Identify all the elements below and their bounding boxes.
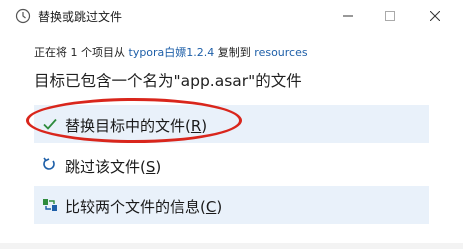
title-bar: 替换或跳过文件 — [0, 0, 463, 32]
skip-file-label: 跳过该文件(S) — [65, 158, 162, 176]
replace-file-label: 替换目标中的文件(R) — [65, 117, 208, 135]
compare-icon — [42, 197, 58, 213]
skip-arrow-icon — [42, 157, 58, 173]
source-folder-link[interactable]: typora白嫖1.2.4 — [129, 46, 215, 59]
maximize-button[interactable] — [367, 0, 413, 32]
info-prefix: 正在将 1 个项目从 — [34, 46, 129, 59]
replace-file-option[interactable]: 替换目标中的文件(R) — [34, 105, 429, 143]
info-middle: 复制到 — [214, 46, 255, 59]
close-button[interactable] — [412, 0, 458, 32]
replace-or-skip-dialog: 替换或跳过文件 正在将 1 个项目从 typora白嫖1.2.4 复制到 res… — [0, 0, 463, 249]
window-title: 替换或跳过文件 — [38, 10, 123, 24]
clock-icon — [15, 8, 31, 24]
dialog-footer — [0, 243, 463, 249]
destination-folder-link[interactable]: resources — [254, 46, 307, 59]
minimize-icon — [343, 15, 353, 17]
minimize-button[interactable] — [325, 0, 371, 32]
compare-files-label: 比较两个文件的信息(C) — [65, 198, 223, 216]
compare-files-option[interactable]: 比较两个文件的信息(C) — [34, 186, 429, 224]
checkmark-icon — [42, 116, 58, 132]
conflict-heading: 目标已包含一个名为"app.asar"的文件 — [34, 72, 302, 90]
maximize-icon — [385, 11, 395, 21]
skip-file-option[interactable]: 跳过该文件(S) — [34, 150, 429, 188]
close-icon — [430, 11, 440, 21]
copy-progress-text: 正在将 1 个项目从 typora白嫖1.2.4 复制到 resources — [34, 44, 308, 60]
